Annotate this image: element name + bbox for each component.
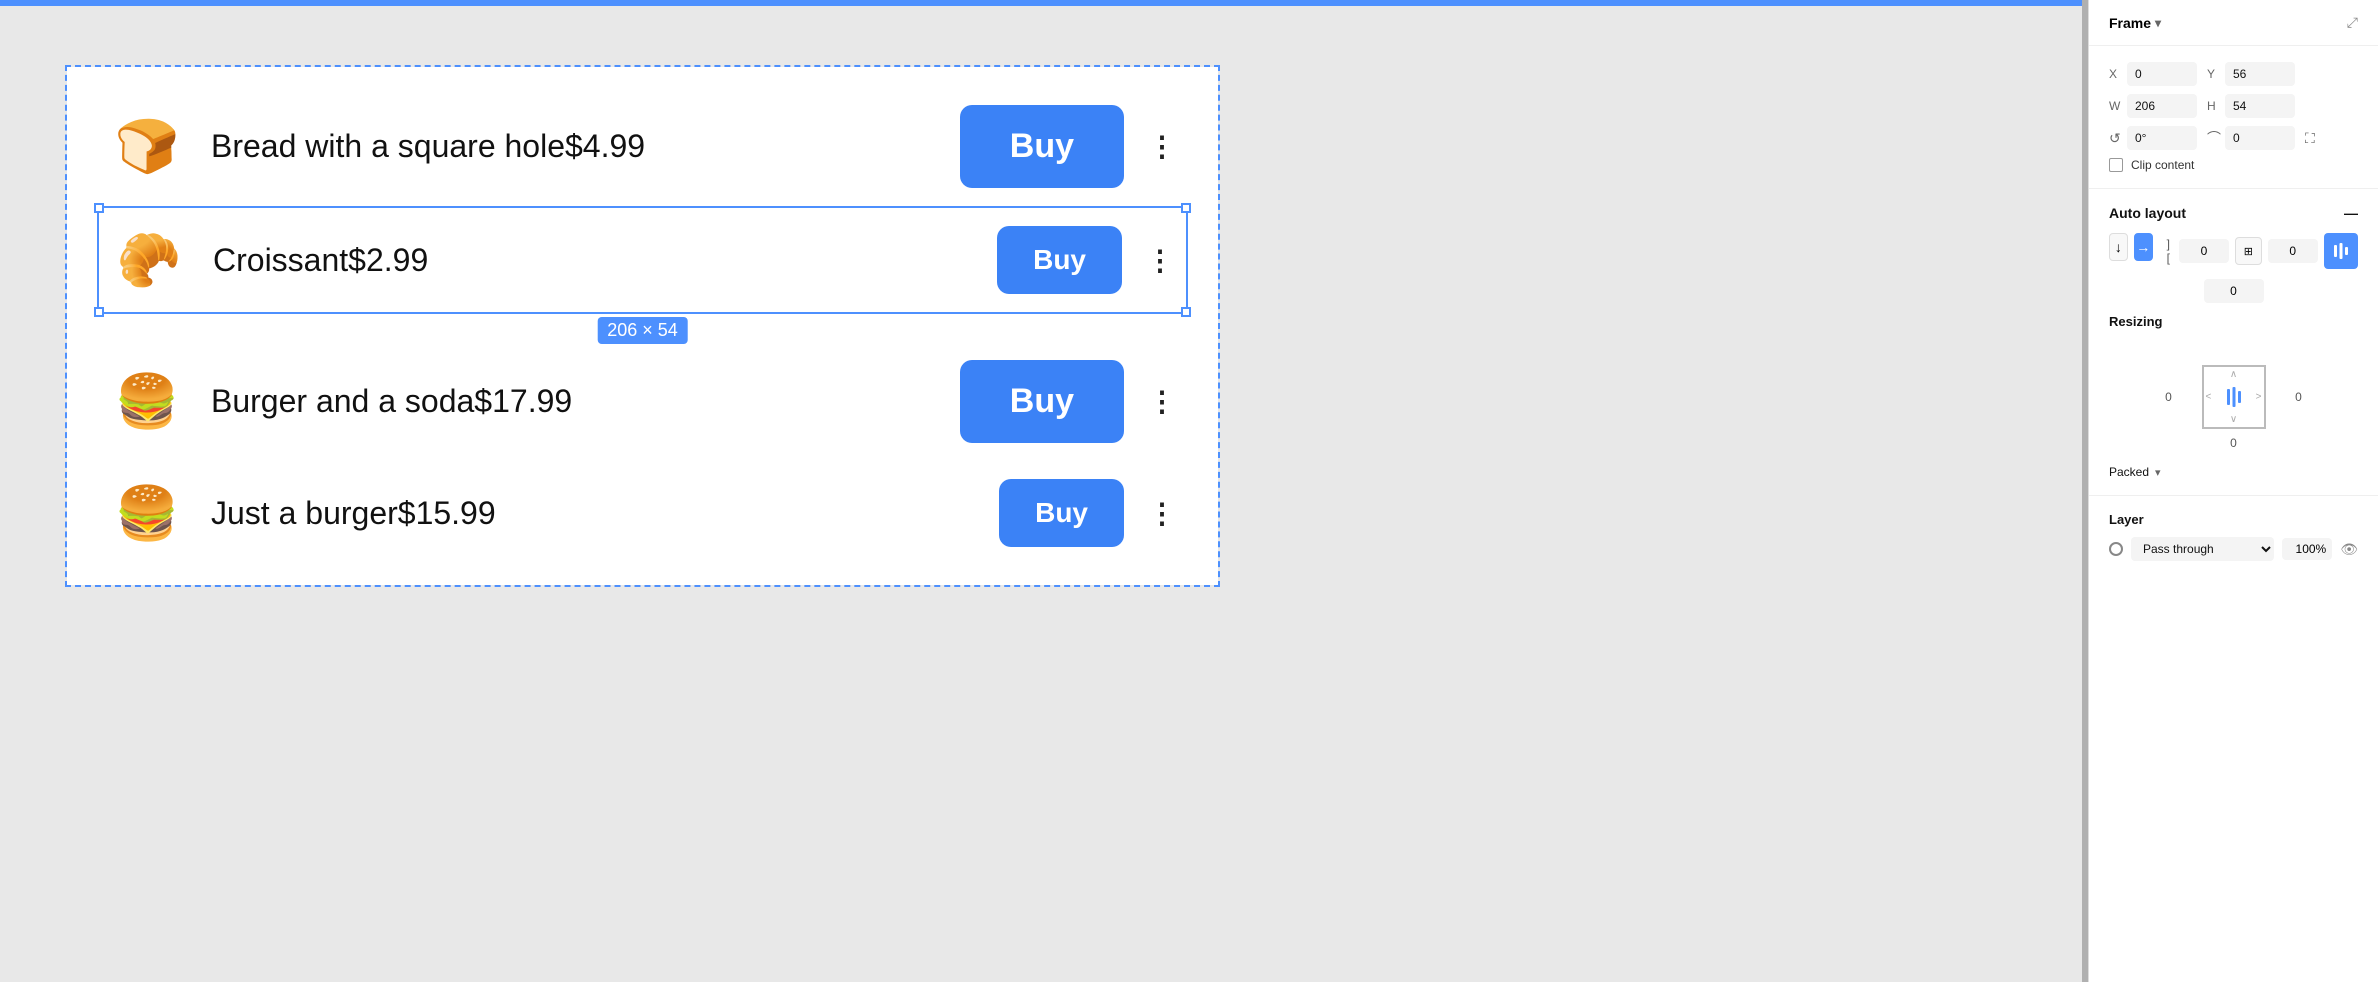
size-label: 206 × 54 — [597, 317, 688, 344]
bread-icon: 🍞 — [107, 116, 187, 177]
bread-name-price: Bread with a square hole$4.99 — [211, 128, 936, 165]
more-icon-burger-soda[interactable]: ⋮ — [1148, 385, 1178, 418]
packed-row: Packed ▾ — [2109, 465, 2358, 479]
resizing-grid: 0 ∧ < > ∨ 0 — [2144, 337, 2324, 457]
clip-content-checkbox[interactable] — [2109, 158, 2123, 172]
layer-row: Pass through 👁 — [2109, 537, 2358, 561]
h-group: H — [2207, 94, 2295, 118]
wh-row: W H — [2109, 94, 2358, 118]
menu-item-row: 🍞 Bread with a square hole$4.99 Buy ⋮ — [97, 87, 1188, 206]
main-frame: 🍞 Bread with a square hole$4.99 Buy ⋮ 🥐 … — [65, 65, 1220, 587]
handle-tl — [94, 203, 104, 213]
menu-item-row: 🍔 Just a burger$15.99 Buy ⋮ — [97, 461, 1188, 565]
center-spacing-input[interactable] — [2204, 279, 2264, 303]
layer-circle-icon — [2109, 542, 2123, 556]
auto-layout-section: Auto layout — ↓ → ][ ⊞ — [2089, 189, 2378, 496]
w-group: W — [2109, 94, 2197, 118]
buy-button-burger-soda[interactable]: Buy — [960, 360, 1124, 443]
h-input[interactable] — [2225, 94, 2295, 118]
right-panel: Frame ▾ ⤢ X Y W H — [2088, 0, 2378, 982]
layout-direction-controls: ↓ → ][ ⊞ — [2109, 233, 2358, 269]
layout-align-btn[interactable] — [2324, 233, 2358, 269]
menu-item-row-selected[interactable]: 🥐 Croissant$2.99 Buy ⋮ 206 × 54 — [97, 206, 1188, 314]
menu-item-row: 🍔 Burger and a soda$17.99 Buy ⋮ — [97, 342, 1188, 461]
y-input[interactable] — [2225, 62, 2295, 86]
maximize-icon[interactable]: ⤢ — [2347, 14, 2358, 31]
resize-icon-group: ⛶ — [2305, 126, 2319, 150]
y-label: Y — [2207, 67, 2221, 81]
buy-button-croissant[interactable]: Buy — [997, 226, 1122, 294]
x-input[interactable] — [2127, 62, 2197, 86]
pass-through-select[interactable]: Pass through — [2131, 537, 2274, 561]
buy-button-bread[interactable]: Buy — [960, 105, 1124, 188]
menu-items-container: 🍞 Bread with a square hole$4.99 Buy ⋮ 🥐 … — [67, 67, 1218, 585]
clip-content-label: Clip content — [2131, 158, 2194, 172]
canvas-area: 🍞 Bread with a square hole$4.99 Buy ⋮ 🥐 … — [0, 0, 2088, 982]
just-burger-icon: 🍔 — [107, 483, 187, 544]
w-input[interactable] — [2127, 94, 2197, 118]
w-label: W — [2109, 99, 2123, 113]
resizing-left-value: 0 — [2165, 390, 2172, 404]
croissant-name-price: Croissant$2.99 — [213, 242, 973, 279]
resize-icon: ⛶ — [2305, 130, 2319, 147]
more-icon-bread[interactable]: ⋮ — [1148, 130, 1178, 163]
resizing-box: ∧ < > ∨ — [2202, 365, 2266, 429]
more-icon-just-burger[interactable]: ⋮ — [1148, 497, 1178, 530]
more-icon-croissant[interactable]: ⋮ — [1146, 244, 1176, 277]
just-burger-name-price: Just a burger$15.99 — [211, 495, 975, 532]
corner-icon: ⌒ — [2207, 128, 2221, 148]
v-spacing-input[interactable] — [2268, 239, 2318, 263]
eye-icon[interactable]: 👁 — [2340, 541, 2358, 558]
chevron-right: > — [2256, 392, 2262, 403]
y-group: Y — [2207, 62, 2295, 86]
layer-title: Layer — [2109, 512, 2358, 527]
rotation-input[interactable] — [2127, 126, 2197, 150]
clip-content-row: Clip content — [2109, 158, 2358, 172]
x-group: X — [2109, 62, 2197, 86]
auto-layout-title: Auto layout — — [2109, 205, 2358, 221]
handle-br — [1181, 307, 1191, 317]
resizing-right-value: 0 — [2295, 390, 2302, 404]
packed-chevron[interactable]: ▾ — [2155, 466, 2161, 479]
croissant-icon: 🥐 — [109, 230, 189, 291]
frame-title-row: Frame ▾ ⤢ — [2089, 0, 2378, 46]
layout-down-btn[interactable]: ↓ — [2109, 233, 2128, 261]
layer-section: Layer Pass through 👁 — [2089, 496, 2378, 577]
chevron-top: ∧ — [2230, 369, 2237, 380]
layout-wrap-btn[interactable]: ⊞ — [2235, 237, 2262, 265]
corner-group: ⌒ — [2207, 126, 2295, 150]
auto-layout-minus[interactable]: — — [2344, 205, 2358, 221]
opacity-input[interactable] — [2282, 538, 2332, 560]
h-spacing-input[interactable] — [2179, 239, 2229, 263]
rotation-corner-row: ↺ ⌒ ⛶ — [2109, 126, 2358, 150]
frame-collapse-icon[interactable]: ▾ — [2155, 16, 2161, 30]
corner-input[interactable] — [2225, 126, 2295, 150]
handle-bl — [94, 307, 104, 317]
packed-label: Packed — [2109, 465, 2149, 479]
vertical-divider — [2082, 0, 2088, 982]
buy-button-just-burger[interactable]: Buy — [999, 479, 1124, 547]
resizing-top-value: 0 — [2230, 436, 2237, 450]
layout-right-btn[interactable]: → — [2134, 233, 2153, 261]
burger-soda-name-price: Burger and a soda$17.99 — [211, 383, 936, 420]
chevron-bottom: ∨ — [2230, 414, 2237, 425]
x-label: X — [2109, 67, 2123, 81]
h-label: H — [2207, 99, 2221, 113]
frame-title: Frame ▾ — [2109, 15, 2161, 31]
bars-icon — [2223, 386, 2245, 408]
rotation-group: ↺ — [2109, 126, 2197, 150]
xy-row: X Y — [2109, 62, 2358, 86]
chevron-left: < — [2206, 392, 2212, 403]
rotation-icon: ↺ — [2109, 130, 2123, 147]
burger-soda-icon: 🍔 — [107, 371, 187, 432]
canvas-top-border — [0, 0, 2088, 6]
resizing-title: Resizing — [2109, 314, 2162, 329]
coordinates-section: X Y W H ↺ ⌒ — [2089, 46, 2378, 189]
handle-tr — [1181, 203, 1191, 213]
